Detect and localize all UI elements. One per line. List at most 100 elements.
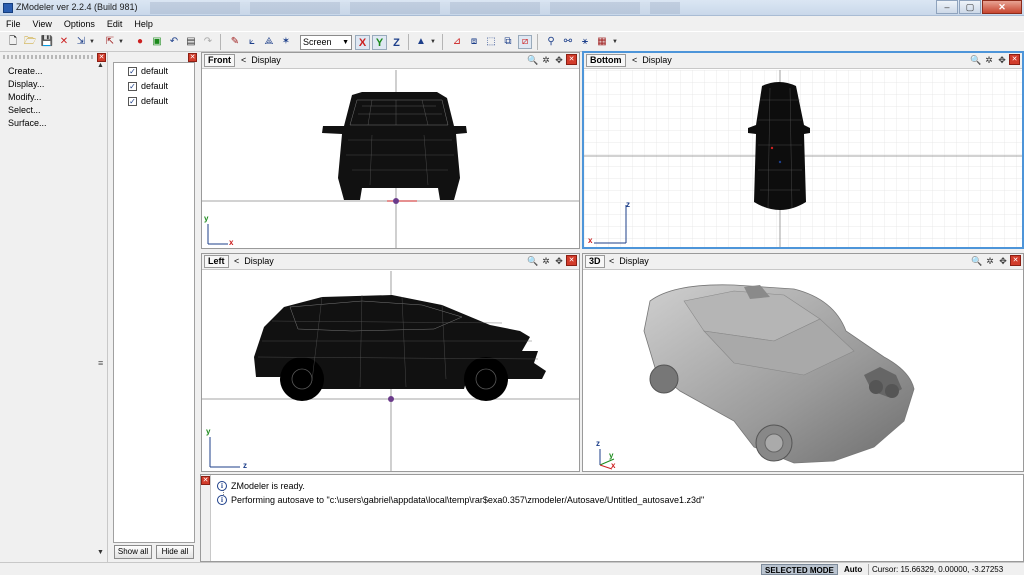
coordinate-mode-select[interactable]: Screen ▼ [300, 35, 352, 50]
viewport-left[interactable]: Left < Display 🔍 ✲ ✥ ✕ y z [201, 253, 580, 472]
log-entry: i ZModeler is ready. [217, 479, 305, 492]
delete-icon[interactable]: ✕ [57, 35, 71, 49]
viewport-display-menu[interactable]: < Display [632, 55, 672, 65]
zoom-icon[interactable]: 🔍 [971, 255, 983, 267]
splitter-handle-icon[interactable]: ≡ [98, 358, 103, 368]
command-surface[interactable]: Surface... [8, 118, 47, 128]
command-select[interactable]: Select... [8, 105, 41, 115]
list-item[interactable]: ✓ default [128, 65, 168, 77]
import-icon[interactable]: ⇲ [74, 35, 88, 49]
minimize-button[interactable]: – [936, 0, 958, 14]
bottom-view-drawing [584, 70, 1022, 247]
pan-icon[interactable]: ✥ [996, 54, 1008, 66]
visibility-checkbox[interactable]: ✓ [128, 66, 137, 76]
show-all-button[interactable]: Show all [114, 545, 152, 559]
select-face-icon[interactable]: ⧈ [467, 35, 481, 49]
axis-x-toggle[interactable]: X [355, 35, 370, 50]
command-create[interactable]: Create... [8, 66, 43, 76]
document-icon[interactable]: ▤ [184, 35, 198, 49]
viewport-maximize-icon[interactable]: ✕ [1009, 54, 1020, 65]
viewport-canvas[interactable]: z x [584, 70, 1022, 247]
viewport-front[interactable]: Front < Display 🔍 ✲ ✥ ✕ y x [201, 52, 580, 249]
render-mode-icon[interactable]: ▲ [414, 35, 428, 49]
export-icon[interactable]: ⇱ [103, 35, 117, 49]
render-mode-dropdown-icon[interactable]: ▼ [430, 35, 436, 49]
viewport-maximize-icon[interactable]: ✕ [566, 54, 577, 65]
paint-icon[interactable]: ✎ [228, 35, 242, 49]
rotate-view-icon[interactable]: ✲ [983, 54, 995, 66]
texture-icon[interactable]: ▦ [595, 35, 609, 49]
hide-all-button[interactable]: Hide all [156, 545, 194, 559]
texture-dropdown-icon[interactable]: ▼ [612, 35, 618, 49]
menu-file[interactable]: File [0, 19, 27, 29]
command-modify[interactable]: Modify... [8, 92, 41, 102]
save-icon[interactable]: 💾 [40, 35, 54, 49]
skeleton-icon[interactable]: ⚲ [544, 35, 558, 49]
character-icon[interactable]: ⚹ [578, 35, 592, 49]
pan-icon[interactable]: ✥ [553, 255, 565, 267]
import-dropdown-icon[interactable]: ▼ [89, 35, 95, 49]
maximize-button[interactable]: ▢ [959, 0, 981, 14]
viewport-display-menu[interactable]: < Display [241, 55, 281, 65]
open-folder-icon[interactable]: 🗁 [23, 35, 37, 49]
axis-move-icon[interactable]: ⟀ [245, 35, 259, 49]
zoom-icon[interactable]: 🔍 [527, 255, 539, 267]
axis-z-toggle[interactable]: Z [389, 35, 404, 50]
menu-options[interactable]: Options [58, 19, 101, 29]
viewport-bottom[interactable]: Bottom < Display 🔍 ✲ ✥ ✕ z x [582, 51, 1024, 249]
viewport-header: Front < Display 🔍 ✲ ✥ ✕ [202, 53, 579, 69]
script-icon[interactable]: ▣ [150, 35, 164, 49]
undo-icon[interactable]: ↶ [167, 35, 181, 49]
viewport-canvas[interactable]: y x [202, 70, 579, 248]
rotate-view-icon[interactable]: ✲ [984, 255, 996, 267]
menu-view[interactable]: View [27, 19, 58, 29]
log-panel-grip[interactable]: ✕ [201, 475, 211, 561]
menu-edit[interactable]: Edit [101, 19, 129, 29]
axis-rotate-icon[interactable]: ⟁ [262, 35, 276, 49]
object-name: default [141, 96, 169, 106]
pan-icon[interactable]: ✥ [553, 54, 565, 66]
viewport-name-tab[interactable]: 3D [585, 255, 605, 268]
viewport-display-menu[interactable]: < Display [609, 256, 649, 266]
viewport-name-tab[interactable]: Front [204, 54, 235, 67]
menu-help[interactable]: Help [128, 19, 159, 29]
list-item[interactable]: ✓ default [128, 80, 168, 92]
log-panel-close-icon[interactable]: ✕ [201, 476, 210, 485]
command-panel-close-icon[interactable]: ✕ [97, 53, 106, 62]
visibility-checkbox[interactable]: ✓ [128, 96, 137, 106]
scroll-up-icon[interactable]: ▲ [97, 62, 104, 69]
visibility-checkbox[interactable]: ✓ [128, 81, 137, 91]
bones-icon[interactable]: ⚯ [561, 35, 575, 49]
viewport-canvas[interactable]: y z [202, 271, 579, 471]
axis-y-toggle[interactable]: Y [372, 35, 387, 50]
viewport-maximize-icon[interactable]: ✕ [566, 255, 577, 266]
viewport-maximize-icon[interactable]: ✕ [1010, 255, 1021, 266]
zoom-icon[interactable]: 🔍 [970, 54, 982, 66]
viewport-name-tab[interactable]: Bottom [586, 54, 626, 67]
toolbar-separator [220, 34, 221, 50]
viewport-display-menu[interactable]: < Display [234, 256, 274, 266]
viewport-canvas[interactable]: z y x [583, 271, 1023, 471]
redo-icon[interactable]: ↷ [201, 35, 215, 49]
pan-icon[interactable]: ✥ [997, 255, 1009, 267]
new-file-icon[interactable]: 🗋 [6, 35, 20, 49]
axis-scale-icon[interactable]: ✶ [279, 35, 293, 49]
select-all-icon[interactable]: ⧄ [518, 35, 532, 49]
auto-indicator[interactable]: Auto [844, 564, 862, 575]
command-display[interactable]: Display... [8, 79, 44, 89]
export-dropdown-icon[interactable]: ▼ [118, 35, 124, 49]
object-panel-close-icon[interactable]: ✕ [188, 53, 197, 62]
list-item[interactable]: ✓ default [128, 95, 168, 107]
close-button[interactable]: ✕ [982, 0, 1022, 14]
select-group-icon[interactable]: ⧉ [501, 35, 515, 49]
zoom-icon[interactable]: 🔍 [527, 54, 539, 66]
record-icon[interactable]: ● [133, 35, 147, 49]
select-object-icon[interactable]: ⬚ [484, 35, 498, 49]
select-vertex-icon[interactable]: ⊿ [450, 35, 464, 49]
scroll-down-icon[interactable]: ▼ [97, 549, 104, 556]
panel-grip[interactable] [3, 55, 95, 59]
rotate-view-icon[interactable]: ✲ [540, 54, 552, 66]
viewport-3d[interactable]: 3D < Display 🔍 ✲ ✥ ✕ z y x [582, 253, 1024, 472]
viewport-name-tab[interactable]: Left [204, 255, 229, 268]
rotate-view-icon[interactable]: ✲ [540, 255, 552, 267]
